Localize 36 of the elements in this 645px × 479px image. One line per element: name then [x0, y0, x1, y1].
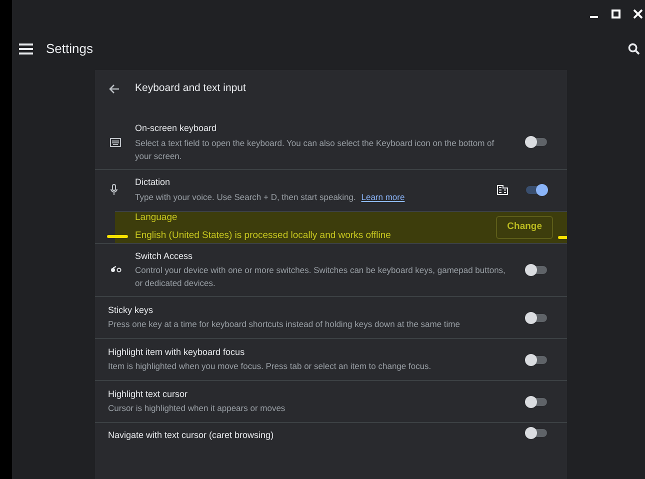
back-arrow-icon[interactable] — [109, 84, 120, 94]
page-title: Keyboard and text input — [135, 81, 246, 96]
learn-more-link[interactable]: Learn more — [361, 192, 405, 202]
switches-icon — [110, 266, 122, 274]
menu-icon[interactable] — [19, 43, 33, 55]
maximize-icon[interactable] — [611, 9, 621, 19]
search-icon[interactable] — [628, 43, 640, 55]
toggle-switch[interactable] — [526, 266, 547, 274]
setting-title: Sticky keys — [108, 304, 154, 317]
building-icon — [497, 185, 508, 195]
setting-title: Highlight text cursor — [108, 388, 189, 401]
setting-description: Control your device with one or more switches. Switches can be keyboard keys, gamepad buttons, or dedicated devices. — [135, 264, 506, 290]
setting-title: Highlight item with keyboard focus — [108, 346, 246, 359]
setting-title: Language — [135, 211, 178, 226]
setting-title: Dictation — [135, 176, 172, 190]
microphone-icon — [110, 184, 118, 196]
setting-description: Type with your voice. Use Search + D, then start speaking. Learn more — [135, 190, 406, 204]
toggle-switch[interactable] — [526, 314, 547, 322]
change-button[interactable]: Change — [496, 216, 553, 238]
close-icon[interactable] — [633, 9, 643, 19]
setting-title: On-screen keyboard — [135, 122, 218, 135]
keyboard-icon — [110, 138, 121, 147]
toggle-switch[interactable] — [526, 138, 547, 146]
setting-description: Press one key at a time for keyboard shortcuts instead of holding keys down at the same time — [108, 318, 461, 332]
setting-description: Select a text field to open the keyboard. You can also select the Keyboard icon on the bottom of your screen. — [135, 136, 496, 162]
setting-description: English (United States) is processed locally and works offline — [135, 228, 392, 242]
setting-description: Item is highlighted when you move focus. Press tab or select an item to change focus. — [108, 360, 432, 374]
highlight-marker — [107, 234, 128, 238]
window-title: Settings — [46, 40, 93, 58]
toggle-switch[interactable] — [526, 429, 547, 437]
setting-title: Switch Access — [135, 250, 194, 262]
toggle-switch[interactable] — [526, 356, 547, 364]
setting-title: Navigate with text cursor (caret browsing) — [108, 429, 275, 442]
setting-description: Cursor is highlighted when it appears or moves — [108, 402, 286, 416]
toggle-switch[interactable] — [526, 398, 547, 406]
toggle-switch[interactable] — [526, 186, 547, 194]
